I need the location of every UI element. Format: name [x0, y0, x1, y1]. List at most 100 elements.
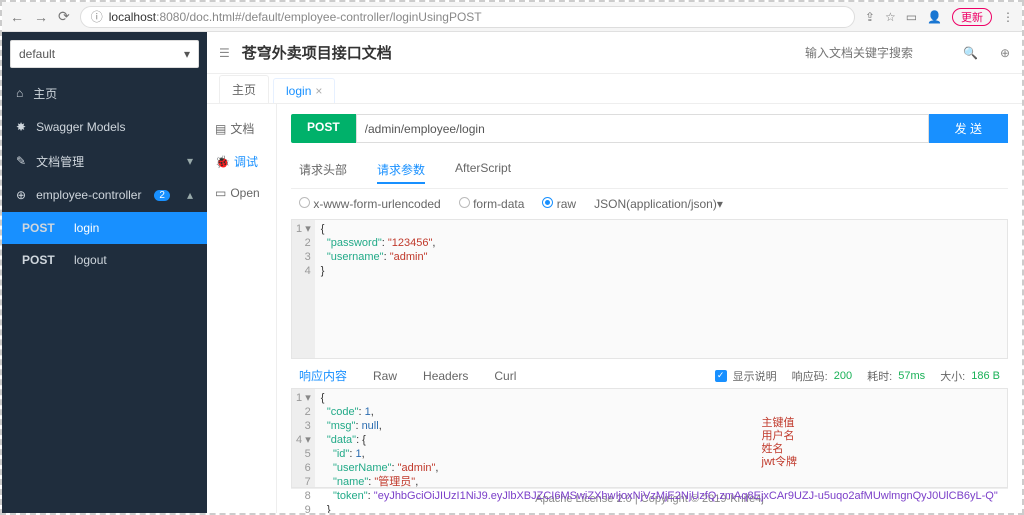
url-path: /doc.html#/default/employee-controller/l…	[186, 10, 481, 24]
sidebar-endpoint-login[interactable]: POST login	[2, 212, 207, 244]
chevron-down-icon: ▾	[187, 154, 193, 168]
mode-debug[interactable]: 🐞 调试	[207, 145, 276, 178]
raw-format-select[interactable]: JSON(application/json)▾	[594, 197, 723, 211]
subtab-afterscript[interactable]: AfterScript	[455, 157, 511, 184]
annot-name: 姓名	[762, 443, 797, 456]
collapse-icon[interactable]: ☰	[219, 46, 230, 60]
request-body-editor[interactable]: 1 ▾234 { "password": "123456", "username…	[291, 219, 1008, 359]
mode-doc[interactable]: ▤文档	[207, 112, 276, 145]
mode-label: 调试	[234, 153, 258, 170]
method-label: POST	[22, 253, 58, 267]
ext-icon[interactable]: ▭	[906, 10, 917, 24]
group-selector[interactable]: default ▾	[10, 40, 199, 68]
search-input[interactable]	[805, 46, 945, 60]
doc-mode-column: ▤文档 🐞 调试 ▭ Open	[207, 104, 277, 513]
method-badge: POST	[291, 114, 356, 143]
forward-icon[interactable]: →	[34, 9, 48, 25]
content: POST 发 送 请求头部 请求参数 AfterScript x-www-for…	[277, 104, 1022, 513]
code-area: { "code": 1, "msg": null, "data": { "id"…	[315, 389, 1004, 487]
subtab-headers[interactable]: 请求头部	[299, 157, 347, 184]
update-button[interactable]: 更新	[952, 8, 992, 26]
profile-icon[interactable]: 👤	[927, 10, 942, 24]
mode-open[interactable]: ▭ Open	[207, 178, 276, 208]
close-icon[interactable]: ×	[315, 84, 322, 98]
request-row: POST 发 送	[291, 114, 1008, 143]
count-badge: 2	[154, 190, 170, 201]
response-meta: ✓ 显示说明 响应码: 200 耗时: 57ms 大小: 186 B	[715, 368, 1000, 384]
page-title: 苍穹外卖项目接口文档	[242, 42, 392, 63]
resp-tab-raw[interactable]: Raw	[373, 369, 397, 383]
endpoint-label: login	[74, 221, 99, 235]
sidebar-item-label: 文档管理	[36, 153, 84, 170]
mode-label: Open	[230, 186, 259, 200]
bodytype-raw[interactable]: raw	[542, 197, 576, 211]
bodytype-formdata[interactable]: form-data	[459, 197, 525, 211]
subtab-params[interactable]: 请求参数	[377, 157, 425, 184]
body-type-row: x-www-form-urlencoded form-data raw JSON…	[291, 189, 1008, 219]
request-url-input[interactable]	[356, 114, 929, 143]
sidebar-item-label: Swagger Models	[36, 120, 125, 134]
sidebar-item-label: 主页	[33, 85, 57, 102]
doc-icon: ✎	[16, 154, 26, 168]
sidebar-item-swagger[interactable]: ✸ Swagger Models	[2, 110, 207, 144]
url-host: localhost	[109, 10, 156, 24]
line-gutter: 1 ▾234	[292, 220, 315, 358]
radio-icon	[542, 197, 553, 208]
info-icon: ⓘ	[91, 8, 103, 25]
time-label: 耗时:	[867, 368, 892, 384]
url-port: :8080	[156, 10, 186, 24]
menu-icon[interactable]: ⋮	[1002, 10, 1014, 24]
response-size: 186 B	[971, 370, 1000, 382]
lang-icon[interactable]: ⊕	[1000, 46, 1010, 60]
endpoint-label: logout	[74, 253, 107, 267]
chevron-down-icon: ▾	[184, 47, 190, 61]
chevron-up-icon: ▴	[187, 188, 193, 202]
elapsed-time: 57ms	[898, 370, 925, 382]
bodytype-label: raw	[557, 197, 576, 211]
request-subtabs: 请求头部 请求参数 AfterScript	[291, 153, 1008, 189]
tab-login[interactable]: login×	[273, 78, 335, 103]
page-tabs: 主页 login×	[207, 74, 1022, 104]
line-gutter: 1 ▾234 ▾5678910	[292, 389, 315, 487]
radio-icon	[459, 197, 470, 208]
resp-tab-body[interactable]: 响应内容	[299, 367, 347, 384]
response-tabs: 响应内容 Raw Headers Curl ✓ 显示说明 响应码: 200 耗时…	[291, 359, 1008, 388]
annot-username: 用户名	[762, 430, 797, 443]
topbar: ☰ 苍穹外卖项目接口文档 🔍 ⊕	[207, 32, 1022, 74]
main: ☰ 苍穹外卖项目接口文档 🔍 ⊕ 主页 login× ▤文档 🐞 调试 ▭ Open	[207, 32, 1022, 513]
bug-icon: 🐞	[215, 155, 230, 169]
bodytype-label: form-data	[473, 197, 524, 211]
radio-icon	[299, 197, 310, 208]
status-code: 200	[834, 370, 852, 382]
sidebar: default ▾ ⌂ 主页 ✸ Swagger Models ✎ 文档管理 ▾…	[2, 32, 207, 513]
resp-tab-headers[interactable]: Headers	[423, 369, 468, 383]
code-label: 响应码:	[792, 368, 828, 384]
browser-chrome: ← → ⟳ ⓘ localhost:8080/doc.html#/default…	[2, 2, 1022, 32]
response-body-editor[interactable]: 1 ▾234 ▾5678910 { "code": 1, "msg": null…	[291, 388, 1008, 488]
back-icon[interactable]: ←	[10, 9, 24, 25]
star-icon[interactable]: ☆	[885, 10, 896, 24]
tab-label: 主页	[232, 83, 256, 97]
sidebar-item-employee-controller[interactable]: ⊕ employee-controller 2 ▴	[2, 178, 207, 212]
open-icon: ▭	[215, 186, 226, 200]
resp-tab-curl[interactable]: Curl	[494, 369, 516, 383]
reload-icon[interactable]: ⟳	[58, 8, 70, 25]
tab-home[interactable]: 主页	[219, 75, 269, 103]
sidebar-item-doc[interactable]: ✎ 文档管理 ▾	[2, 144, 207, 178]
checkbox-icon[interactable]: ✓	[715, 370, 727, 382]
share-icon[interactable]: ⇪	[865, 10, 875, 24]
sidebar-item-home[interactable]: ⌂ 主页	[2, 76, 207, 110]
sidebar-item-label: employee-controller	[36, 188, 141, 202]
sidebar-endpoint-logout[interactable]: POST logout	[2, 244, 207, 276]
group-selector-value: default	[19, 47, 55, 61]
annot-id: 主键值	[762, 417, 797, 430]
annot-token: jwt令牌	[762, 456, 797, 469]
url-bar[interactable]: ⓘ localhost:8080/doc.html#/default/emplo…	[80, 6, 855, 28]
search-icon[interactable]: 🔍	[963, 46, 978, 60]
show-desc-label: 显示说明	[733, 368, 777, 384]
bodytype-urlencoded[interactable]: x-www-form-urlencoded	[299, 197, 441, 211]
method-label: POST	[22, 221, 58, 235]
send-button[interactable]: 发 送	[929, 114, 1008, 143]
swagger-icon: ✸	[16, 120, 26, 134]
code-area[interactable]: { "password": "123456", "username": "adm…	[315, 220, 442, 358]
